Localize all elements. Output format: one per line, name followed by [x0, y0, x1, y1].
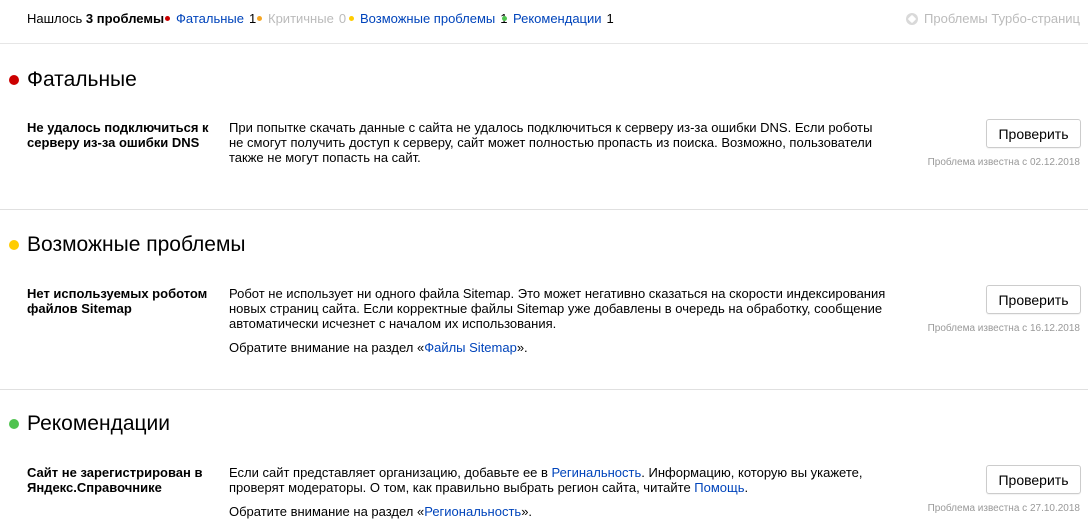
possible-known-since: Проблема известна с 16.12.2018 — [927, 323, 1080, 334]
recommend-item-note: Обратите внимание на раздел «Регионально… — [229, 504, 532, 519]
turbo-problems-link[interactable]: Проблемы Турбо-страниц — [906, 11, 1080, 26]
section-possible: Возможные проблемы Нет используемых робо… — [0, 210, 1088, 390]
section-recommend-header: Рекомендации — [9, 412, 170, 436]
filter-possible[interactable]: Возможные проблемы 1 — [349, 11, 508, 26]
recommend-desc-part3: . — [744, 480, 749, 495]
regionality-section-link[interactable]: Региональность — [424, 504, 521, 519]
recommend-item-title: Сайт не зарегистрирован в Яндекс.Справоч… — [27, 465, 203, 495]
possible-dot-icon — [349, 16, 354, 21]
filter-recommend-label[interactable]: Рекомендации — [513, 11, 602, 26]
section-possible-title: Возможные проблемы — [27, 233, 246, 256]
recommend-dot-icon — [502, 16, 507, 21]
recommend-item-description: Если сайт представляет организацию, доба… — [229, 465, 889, 495]
section-fatal-title: Фатальные — [27, 68, 137, 91]
possible-section-dot-icon — [9, 240, 19, 250]
fatal-section-dot-icon — [9, 75, 19, 85]
possible-item-description: Робот не использует ни одного файла Site… — [229, 286, 886, 331]
fatal-check-button[interactable]: Проверить — [986, 119, 1081, 148]
possible-item-note: Обратите внимание на раздел «Файлы Sitem… — [229, 340, 528, 355]
section-recommend-title: Рекомендации — [27, 412, 171, 435]
recommend-known-since: Проблема известна с 27.10.2018 — [927, 503, 1080, 514]
problems-summary-bar: Нашлось 3 проблемы Фатальные 1 Критичные… — [0, 0, 1088, 44]
filter-critical: Критичные 0 — [257, 11, 346, 26]
found-count: 3 проблемы — [85, 11, 165, 26]
possible-item-title: Нет используемых роботом файлов Sitemap — [27, 286, 208, 316]
sitemap-files-link[interactable]: Файлы Sitemap — [424, 340, 517, 355]
fatal-item-title: Не удалось подключиться к серверу из-за … — [27, 120, 209, 150]
section-possible-header: Возможные проблемы — [9, 233, 246, 257]
recommend-note-prefix: Обратите внимание на раздел « — [229, 504, 425, 519]
recommend-desc-part1: Если сайт представляет организацию, доба… — [229, 465, 552, 480]
turbo-label: Проблемы Турбо-страниц — [924, 11, 1080, 26]
fatal-dot-icon — [165, 16, 170, 21]
filter-fatal-count: 1 — [248, 11, 257, 26]
filter-fatal[interactable]: Фатальные 1 — [165, 11, 256, 26]
section-fatal: Фатальные Не удалось подключиться к серв… — [0, 44, 1088, 210]
regionality-link[interactable]: Регинальность — [552, 465, 642, 480]
critical-dot-icon — [257, 16, 262, 21]
filter-critical-label: Критичные — [268, 11, 334, 26]
section-fatal-header: Фатальные — [9, 68, 137, 92]
filter-possible-label[interactable]: Возможные проблемы — [360, 11, 495, 26]
rocket-icon — [906, 12, 919, 25]
possible-check-button[interactable]: Проверить — [986, 285, 1081, 314]
filter-critical-count: 0 — [338, 11, 347, 26]
found-prefix: Нашлось — [27, 11, 86, 26]
found-count-text: Нашлось 3 проблемы — [27, 11, 164, 26]
fatal-known-since: Проблема известна с 02.12.2018 — [927, 157, 1080, 168]
fatal-item-description: При попытке скачать данные с сайта не уд… — [229, 120, 873, 165]
filter-fatal-label[interactable]: Фатальные — [176, 11, 244, 26]
possible-note-prefix: Обратите внимание на раздел « — [229, 340, 425, 355]
possible-note-suffix: ». — [516, 340, 528, 355]
filter-recommend-count: 1 — [606, 11, 614, 26]
recommend-note-suffix: ». — [521, 504, 533, 519]
filter-recommend[interactable]: Рекомендации 1 — [502, 11, 614, 26]
section-recommend: Рекомендации Сайт не зарегистрирован в Я… — [0, 390, 1088, 523]
help-link[interactable]: Помощь — [694, 480, 744, 495]
recommend-check-button[interactable]: Проверить — [986, 465, 1081, 494]
recommend-section-dot-icon — [9, 419, 19, 429]
